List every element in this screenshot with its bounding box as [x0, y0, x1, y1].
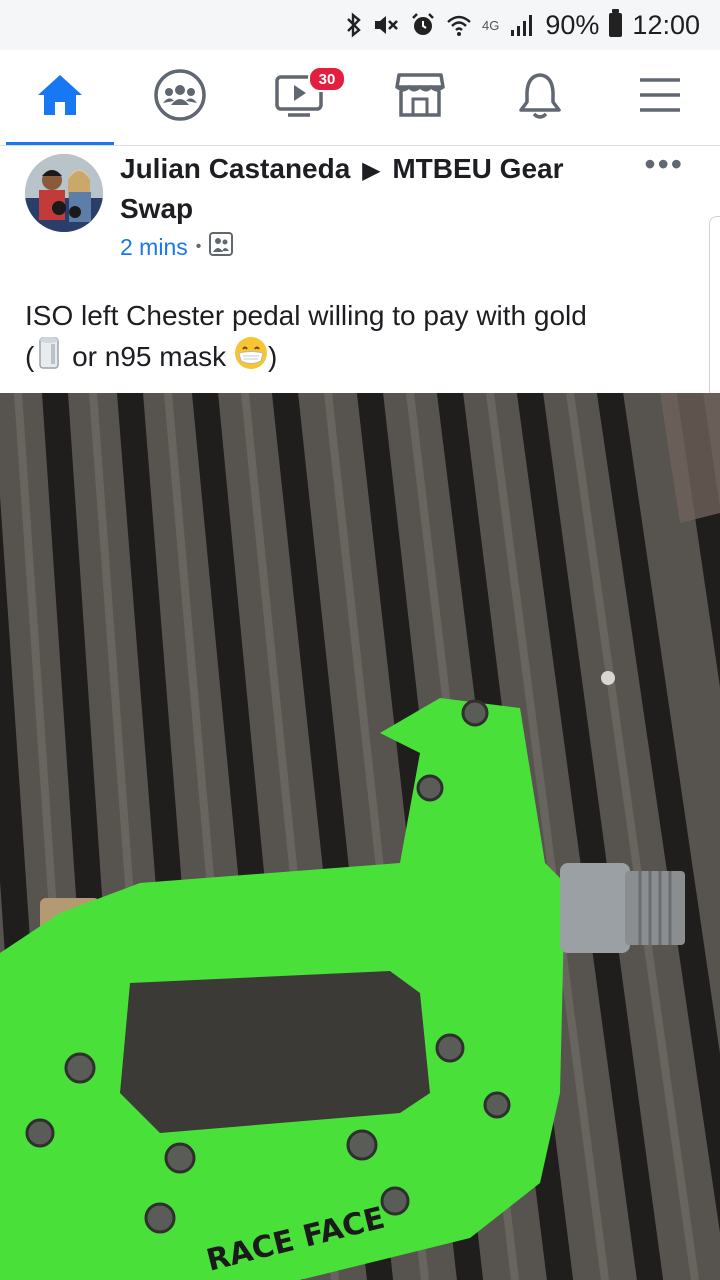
nav-notifications-tab[interactable]: [480, 50, 600, 145]
post-time[interactable]: 2 mins: [120, 234, 188, 261]
bluetooth-icon: [346, 12, 362, 38]
mute-icon: [372, 12, 400, 38]
group-members-icon: [209, 232, 234, 262]
4g-icon: 4G: [482, 17, 500, 33]
author-avatar[interactable]: [25, 154, 103, 232]
toilet-paper-emoji-icon: [34, 336, 64, 381]
alarm-icon: [410, 12, 436, 38]
scroll-edge-indicator: [709, 216, 720, 398]
mask-face-emoji-icon: [234, 336, 268, 381]
wifi-icon: [446, 12, 472, 38]
nav-home-tab[interactable]: [0, 50, 120, 145]
meta-separator: •: [195, 238, 202, 255]
author-name[interactable]: Julian Castaneda: [120, 153, 350, 184]
post-photo[interactable]: RACE FACE: [0, 393, 720, 1280]
status-icons: 4G 90% 12:00: [346, 6, 700, 44]
signal-icon: [509, 12, 535, 38]
post-meta: 2 mins •: [120, 232, 234, 262]
marketplace-icon: [394, 71, 446, 124]
nav-menu-tab[interactable]: [600, 50, 720, 145]
nav-groups-tab[interactable]: [120, 50, 240, 145]
post-header: Julian Castaneda ▶ MTBEU Gear Swap ••• 2…: [0, 146, 720, 276]
battery-icon: [609, 9, 623, 37]
groups-icon: [152, 67, 208, 128]
watch-notification-badge: 30: [308, 66, 346, 92]
home-icon: [35, 72, 85, 123]
more-options-icon[interactable]: •••: [644, 148, 684, 180]
clock-time: 12:00: [632, 9, 700, 40]
post-text-line1: ISO left Chester pedal willing to pay wi…: [25, 300, 587, 331]
top-nav-bar: 30: [0, 50, 720, 146]
post-text-line2: ( or n95 mask ): [25, 336, 695, 381]
bell-icon: [517, 70, 563, 125]
post-body-text: ISO left Chester pedal willing to pay wi…: [25, 296, 695, 381]
battery-percent: 90%: [545, 9, 600, 40]
nav-marketplace-tab[interactable]: [360, 50, 480, 145]
menu-icon: [637, 75, 683, 120]
status-bar: 4G 90% 12:00: [0, 0, 720, 50]
post-author-line: Julian Castaneda ▶ MTBEU Gear Swap: [120, 150, 640, 228]
shared-to-arrow-icon: ▶: [362, 157, 381, 184]
nav-watch-tab[interactable]: 30: [240, 50, 360, 145]
